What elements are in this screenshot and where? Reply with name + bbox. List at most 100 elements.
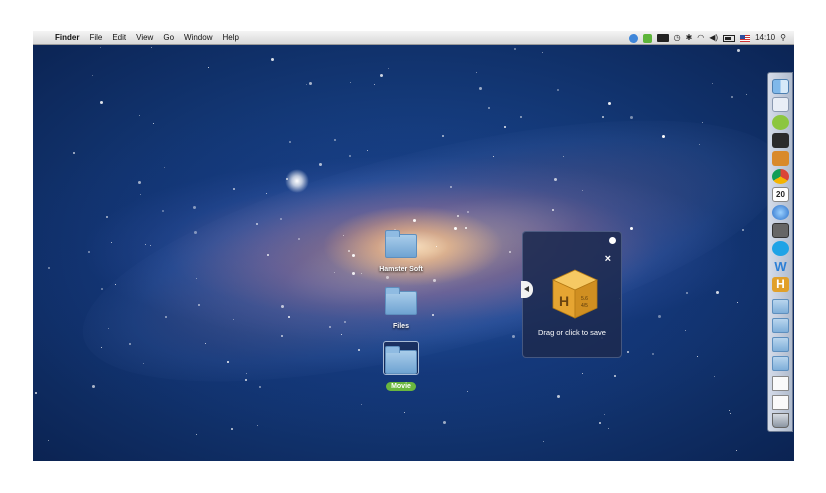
star bbox=[92, 385, 95, 388]
star bbox=[520, 116, 522, 118]
star bbox=[582, 190, 583, 191]
itunes-icon[interactable] bbox=[772, 205, 789, 220]
shield-icon[interactable] bbox=[642, 33, 652, 43]
star bbox=[608, 428, 609, 429]
status-area: ◷ ✱ ◠ ◀) 14:10 ⚲ bbox=[628, 31, 786, 45]
app-menu-finder[interactable]: Finder bbox=[50, 31, 84, 45]
chrome-icon[interactable] bbox=[772, 169, 789, 184]
battery-icon[interactable] bbox=[723, 34, 736, 42]
document-icon[interactable] bbox=[772, 395, 789, 410]
hamster-icon[interactable]: H bbox=[772, 277, 789, 292]
desktop-item-label: Movie bbox=[386, 382, 416, 391]
photo-booth-icon[interactable] bbox=[772, 223, 789, 238]
star bbox=[92, 75, 93, 76]
trash-icon[interactable] bbox=[772, 413, 789, 428]
star bbox=[514, 48, 516, 50]
star bbox=[205, 343, 206, 344]
dropbox-icon[interactable] bbox=[628, 33, 638, 43]
star bbox=[227, 361, 229, 363]
hamster-box-icon[interactable]: H 5.6 4/5 bbox=[551, 268, 599, 320]
star bbox=[306, 84, 307, 85]
star bbox=[361, 404, 362, 405]
facetime-icon[interactable] bbox=[772, 133, 789, 148]
star bbox=[319, 163, 322, 166]
word-icon[interactable]: W bbox=[772, 259, 789, 274]
star bbox=[512, 335, 515, 338]
ibooks-icon[interactable] bbox=[772, 151, 789, 166]
star bbox=[504, 126, 506, 128]
star bbox=[106, 216, 108, 218]
star bbox=[361, 273, 362, 274]
star bbox=[436, 246, 437, 247]
time-machine-icon[interactable]: ◷ bbox=[674, 31, 681, 45]
star bbox=[352, 272, 355, 275]
star bbox=[358, 349, 360, 351]
bluetooth-icon[interactable]: ✱ bbox=[686, 31, 693, 45]
star bbox=[271, 58, 274, 61]
menu-file[interactable]: File bbox=[84, 31, 107, 45]
star bbox=[652, 353, 654, 355]
star bbox=[627, 351, 629, 353]
star bbox=[150, 245, 151, 246]
us-flag-icon[interactable] bbox=[740, 34, 751, 42]
document-icon[interactable] bbox=[772, 376, 789, 391]
desktop-item-label: Hamster Soft bbox=[379, 266, 423, 273]
star bbox=[686, 292, 688, 294]
star bbox=[246, 373, 247, 374]
star bbox=[367, 150, 368, 151]
star bbox=[100, 47, 101, 48]
menu-help[interactable]: Help bbox=[217, 31, 243, 45]
menu-go[interactable]: Go bbox=[158, 31, 179, 45]
star bbox=[245, 379, 247, 381]
star bbox=[153, 123, 154, 124]
star bbox=[286, 178, 288, 180]
star bbox=[267, 254, 269, 256]
star bbox=[467, 391, 468, 392]
collapse-tab[interactable] bbox=[521, 281, 533, 298]
desktop-folder-hamster-soft[interactable]: Hamster Soft bbox=[371, 230, 431, 276]
dock: 20 W H bbox=[767, 72, 793, 432]
box-version-top: 5.6 bbox=[581, 296, 588, 302]
desktop-folder-movie[interactable]: Movie bbox=[371, 341, 431, 393]
folder-icon[interactable] bbox=[772, 356, 789, 371]
menu-clock[interactable]: 14:10 bbox=[755, 31, 775, 45]
star bbox=[697, 356, 698, 357]
star bbox=[552, 209, 554, 211]
folder-icon[interactable] bbox=[772, 299, 789, 314]
star bbox=[608, 102, 611, 105]
android-file-transfer-icon[interactable] bbox=[772, 115, 789, 130]
hamster-drop-panel[interactable]: × H 5.6 4/5 Drag or click to save bbox=[521, 231, 622, 358]
star bbox=[442, 135, 444, 137]
star bbox=[433, 279, 436, 282]
star bbox=[685, 330, 686, 331]
preview-icon[interactable] bbox=[772, 97, 789, 112]
star bbox=[404, 412, 405, 413]
star bbox=[233, 319, 234, 320]
finder-icon[interactable] bbox=[772, 79, 789, 94]
star bbox=[662, 135, 665, 138]
record-icon[interactable] bbox=[656, 34, 669, 42]
star bbox=[257, 425, 258, 426]
star bbox=[35, 392, 37, 394]
close-icon[interactable]: × bbox=[605, 254, 611, 265]
box-letter: H bbox=[559, 293, 569, 309]
star bbox=[143, 363, 144, 364]
star bbox=[100, 101, 103, 104]
menu-view[interactable]: View bbox=[131, 31, 158, 45]
star bbox=[716, 291, 719, 294]
panel-status-dot bbox=[609, 237, 616, 244]
search-icon[interactable]: ⚲ bbox=[780, 31, 786, 45]
folder-icon[interactable] bbox=[772, 318, 789, 333]
volume-icon[interactable]: ◀) bbox=[709, 31, 718, 45]
menu-edit[interactable]: Edit bbox=[107, 31, 131, 45]
menu-window[interactable]: Window bbox=[179, 31, 217, 45]
skype-icon[interactable] bbox=[772, 241, 789, 256]
star bbox=[139, 115, 140, 116]
desktop-folder-files[interactable]: Files bbox=[371, 287, 431, 333]
star bbox=[145, 244, 146, 245]
folder-icon[interactable] bbox=[772, 337, 789, 352]
calendar-icon[interactable]: 20 bbox=[772, 187, 789, 202]
star bbox=[48, 267, 50, 269]
star bbox=[138, 181, 141, 184]
wifi-icon[interactable]: ◠ bbox=[697, 31, 704, 45]
